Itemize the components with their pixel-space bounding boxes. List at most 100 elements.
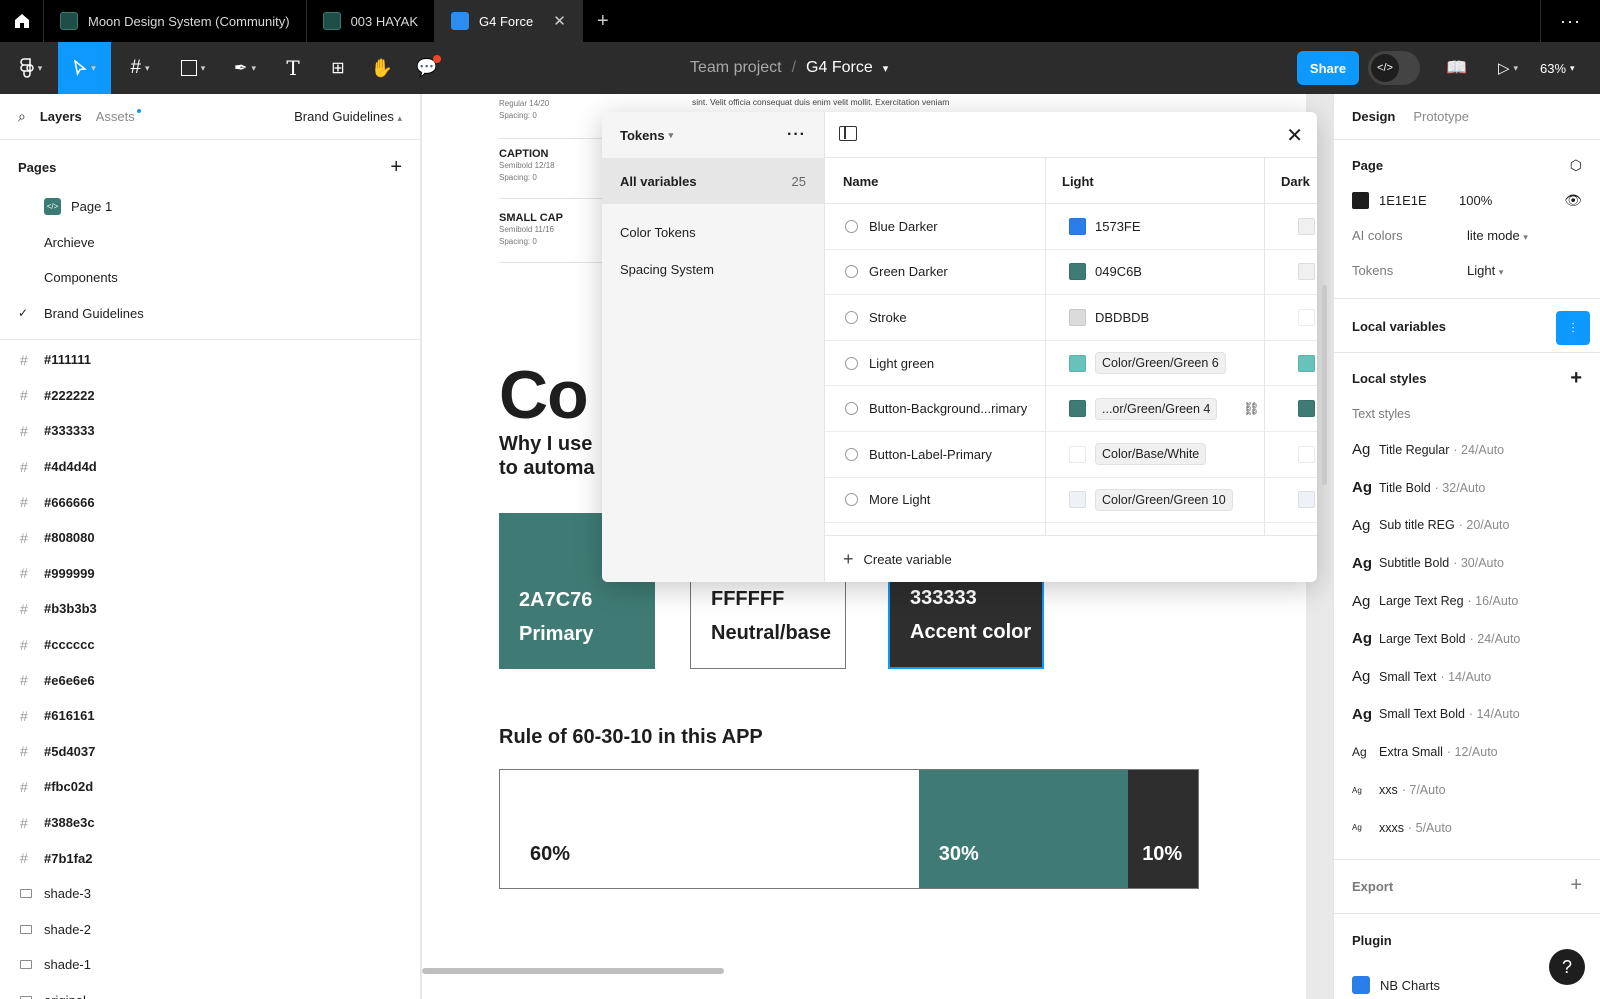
zoom-control[interactable]: 63% ▾ — [1540, 42, 1575, 94]
light-swatch[interactable] — [1069, 400, 1086, 418]
tab-g4-force[interactable]: G4 Force ✕ — [435, 0, 583, 42]
background-swatch[interactable] — [1352, 192, 1369, 209]
share-button[interactable]: Share — [1297, 51, 1359, 85]
sidebar-toggle-icon[interactable] — [839, 126, 857, 141]
variable-row[interactable]: More Light Color/Green/Green 10 — [825, 478, 1317, 524]
present-button[interactable]: ▷ ▾ — [1483, 42, 1533, 94]
text-style-item[interactable]: Ag xxs · 7/Auto — [1334, 771, 1600, 809]
text-style-item[interactable]: Ag Title Bold · 32/Auto — [1334, 469, 1600, 507]
layer-item[interactable]: # #fbc02d — [0, 769, 420, 805]
close-tab-icon[interactable]: ✕ — [553, 12, 566, 30]
layer-item[interactable]: shade-3 — [0, 876, 420, 912]
layer-item[interactable]: # #666666 — [0, 484, 420, 520]
variable-name[interactable]: Blue Darker — [869, 219, 938, 234]
tab-003-hayak[interactable]: 003 HAYAK — [307, 0, 436, 42]
create-variable-button[interactable]: + Create variable — [825, 535, 1317, 582]
pen-tool[interactable]: ✒ ▾ — [220, 42, 270, 94]
light-swatch[interactable] — [1069, 354, 1086, 372]
background-hex[interactable]: 1E1E1E — [1379, 193, 1459, 208]
light-value[interactable]: 1573FE — [1095, 219, 1141, 234]
dark-swatch[interactable] — [1298, 354, 1315, 372]
layer-item[interactable]: # #222222 — [0, 378, 420, 414]
light-swatch[interactable] — [1069, 491, 1086, 509]
dark-swatch[interactable] — [1298, 263, 1315, 281]
page-item-components[interactable]: Components — [0, 260, 420, 296]
help-button[interactable]: ? — [1549, 949, 1585, 985]
project-name[interactable]: Team project — [690, 59, 782, 77]
dark-swatch[interactable] — [1298, 491, 1315, 509]
layer-item[interactable]: # #111111 — [0, 342, 420, 378]
resources-tool[interactable]: ⊞ — [313, 42, 363, 94]
light-alias-pill[interactable]: Color/Base/White — [1095, 443, 1207, 466]
variable-row[interactable]: Stroke DBDBDB — [825, 295, 1317, 341]
variable-name[interactable]: Button-Background...rimary — [869, 401, 1027, 416]
page-item-archieve[interactable]: Archieve — [0, 225, 420, 261]
chevron-down-icon[interactable]: ▾ — [883, 62, 889, 75]
variable-name[interactable]: Stroke — [869, 310, 907, 325]
variable-row[interactable]: Green Darker 049C6B — [825, 250, 1317, 296]
more-options-icon[interactable]: ··· — [1540, 0, 1600, 42]
new-tab-button[interactable]: + — [583, 0, 623, 42]
tab-assets[interactable]: Assets — [96, 109, 141, 124]
group-color-tokens[interactable]: Color Tokens — [602, 214, 824, 251]
column-light[interactable]: Light — [1062, 158, 1094, 204]
page-item-brand-guidelines[interactable]: ✓ Brand Guidelines — [0, 296, 420, 332]
text-style-item[interactable]: Ag xxxs · 5/Auto — [1334, 809, 1600, 847]
light-value[interactable]: 049C6B — [1095, 264, 1142, 279]
variable-row[interactable]: Button-Label-Primary Color/Base/White — [825, 432, 1317, 478]
text-style-item[interactable]: Ag Subtitle Bold · 30/Auto — [1334, 544, 1600, 582]
variable-name[interactable]: Light green — [869, 356, 934, 371]
light-swatch[interactable] — [1069, 308, 1086, 326]
ai-colors-select[interactable]: lite mode ▾ — [1467, 228, 1528, 243]
variable-row[interactable]: Button-Background...rimary ...or/Green/Gr… — [825, 386, 1317, 432]
light-swatch[interactable] — [1069, 217, 1086, 235]
dark-swatch[interactable] — [1298, 400, 1315, 418]
search-icon[interactable]: ⌕ — [18, 108, 26, 125]
variable-name[interactable]: More Light — [869, 492, 930, 507]
move-tool[interactable]: ▾ — [58, 42, 111, 94]
page-background-row[interactable]: 1E1E1E 100% 👁 — [1334, 183, 1600, 218]
add-style-button[interactable]: + — [1570, 367, 1582, 390]
layer-item[interactable]: # #616161 — [0, 698, 420, 734]
add-export-button[interactable]: + — [1570, 874, 1582, 897]
text-style-item[interactable]: Ag Large Text Bold · 24/Auto — [1334, 620, 1600, 658]
layer-item[interactable]: # #5d4037 — [0, 734, 420, 770]
page-settings-icon[interactable]: ⬡ — [1570, 157, 1582, 174]
layer-item[interactable]: original — [0, 983, 420, 999]
column-dark[interactable]: Dark — [1281, 158, 1310, 204]
layer-item[interactable]: # #7b1fa2 — [0, 840, 420, 876]
dev-mode-toggle[interactable]: </> — [1368, 51, 1420, 85]
current-page-selector[interactable]: Brand Guidelines ▴ — [294, 109, 402, 124]
light-alias-pill[interactable]: Color/Green/Green 10 — [1095, 488, 1233, 511]
layer-item[interactable]: # #999999 — [0, 556, 420, 592]
tab-moon-design[interactable]: Moon Design System (Community) — [44, 0, 307, 42]
dark-swatch[interactable] — [1298, 217, 1315, 235]
text-tool[interactable]: T — [268, 42, 318, 94]
library-button[interactable]: 📖 — [1432, 42, 1482, 94]
rule-bar-chart[interactable]: 60% 30% 10% — [499, 769, 1199, 889]
light-value[interactable]: DBDBDB — [1095, 310, 1149, 325]
eye-icon[interactable]: 👁 — [1564, 192, 1582, 209]
dark-swatch[interactable] — [1298, 308, 1315, 326]
variable-name[interactable]: Green Darker — [869, 264, 948, 279]
all-variables-item[interactable]: All variables 25 — [602, 158, 824, 204]
background-opacity[interactable]: 100% — [1459, 193, 1492, 208]
variable-name[interactable]: Button-Label-Primary — [869, 447, 992, 462]
light-alias-pill[interactable]: Color/Green/Green 6 — [1095, 352, 1226, 375]
layer-item[interactable]: # #b3b3b3 — [0, 591, 420, 627]
tokens-mode-select[interactable]: Light ▾ — [1467, 263, 1503, 278]
text-style-item[interactable]: Ag Title Regular · 24/Auto — [1334, 431, 1600, 469]
text-style-item[interactable]: Ag Large Text Reg · 16/Auto — [1334, 582, 1600, 620]
layer-item[interactable]: # #388e3c — [0, 805, 420, 841]
variable-row[interactable]: Light green Color/Green/Green 6 — [825, 341, 1317, 387]
layer-item[interactable]: shade-2 — [0, 912, 420, 948]
main-menu-button[interactable]: ▾ — [6, 42, 56, 94]
tab-layers[interactable]: Layers — [40, 109, 82, 124]
add-page-button[interactable]: + — [390, 156, 402, 179]
shape-tool[interactable]: ▾ — [168, 42, 218, 94]
variable-row[interactable]: Blue Darker 1573FE — [825, 204, 1317, 250]
detach-alias-icon[interactable]: ⛓ — [1243, 401, 1260, 417]
layer-item[interactable]: # #cccccc — [0, 627, 420, 663]
tab-prototype[interactable]: Prototype — [1413, 109, 1469, 124]
home-button[interactable] — [0, 0, 44, 42]
